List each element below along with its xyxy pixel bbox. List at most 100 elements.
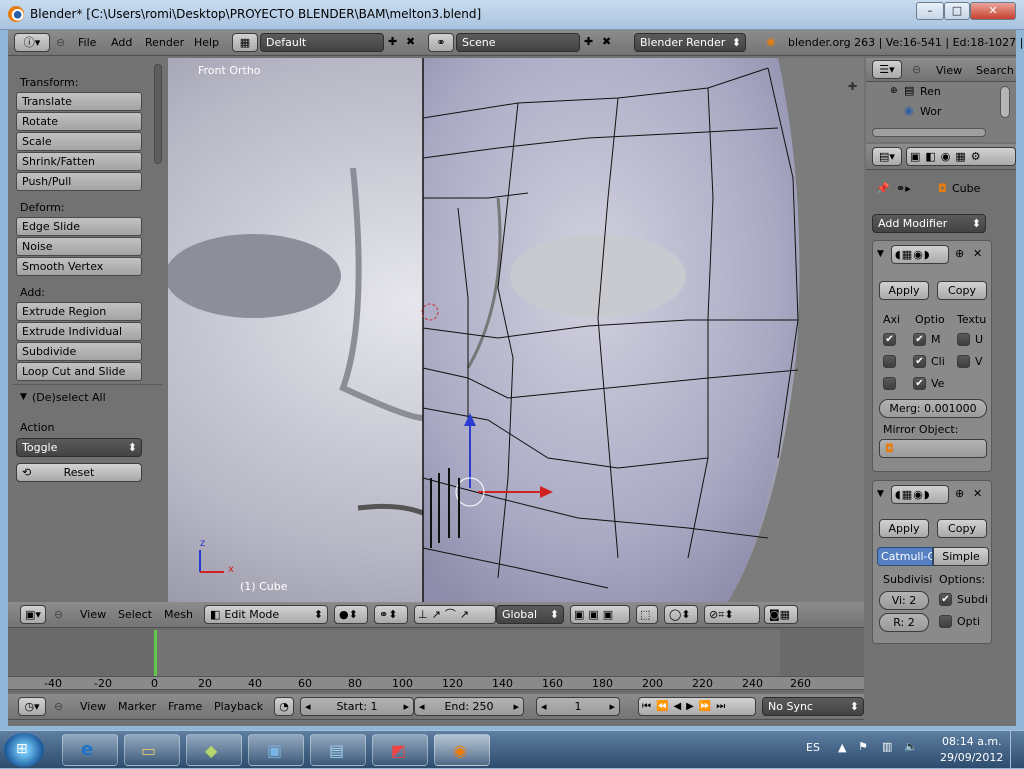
taskbar-control-panel[interactable]: ▣: [248, 734, 304, 766]
collapse-icon[interactable]: ⊖: [912, 63, 921, 76]
catmull-clark-toggle[interactable]: Catmull-Cl: [877, 547, 933, 566]
pin-icon[interactable]: 📌: [876, 182, 890, 195]
sync-select[interactable]: No Sync ⬍: [762, 697, 864, 716]
expand-icon[interactable]: ⊕: [890, 86, 898, 96]
modifier-toggles[interactable]: ◖▦◉◗: [891, 245, 949, 264]
axis-y-checkbox[interactable]: [883, 355, 896, 368]
taskbar-office[interactable]: ◩: [372, 734, 428, 766]
layer-buttons[interactable]: ▣▣▣: [570, 605, 630, 624]
taskbar-notes[interactable]: ◆: [186, 734, 242, 766]
editor-type-3d-button[interactable]: ▣▾: [20, 605, 46, 624]
clipping-checkbox[interactable]: ✔: [913, 355, 926, 368]
menu-file[interactable]: File: [78, 36, 96, 49]
start-frame-field[interactable]: ◂ Start: 1 ▸: [300, 697, 414, 716]
close-window-button[interactable]: ✕: [970, 2, 1016, 20]
menu-view[interactable]: View: [80, 608, 106, 621]
network-icon[interactable]: ▥: [882, 740, 892, 753]
scene-field[interactable]: Scene: [456, 33, 580, 52]
editor-type-properties-button[interactable]: ▤▾: [872, 147, 902, 166]
context-tabs[interactable]: ▣◧◉▦⚙: [906, 147, 1016, 166]
show-desktop-button[interactable]: [1010, 731, 1024, 769]
modifier-toggles[interactable]: ◖▦◉◗: [891, 485, 949, 504]
screen-layout-field[interactable]: Default: [260, 33, 384, 52]
move-modifier-icon[interactable]: ⊕: [955, 247, 964, 260]
remove-scene-icon[interactable]: ✖: [602, 35, 611, 48]
view-levels-field[interactable]: Vi: 2: [879, 591, 929, 610]
translate-button[interactable]: Translate: [16, 92, 142, 111]
collapse-triangle-icon[interactable]: ▼: [20, 392, 27, 402]
menu-playback[interactable]: Playback: [214, 700, 263, 713]
mirror-object-field[interactable]: ◘: [879, 439, 987, 458]
menu-render[interactable]: Render: [145, 36, 184, 49]
proportional-edit-select[interactable]: ◯⬍: [664, 605, 698, 624]
menu-mesh[interactable]: Mesh: [164, 608, 193, 621]
texture-u-checkbox[interactable]: [957, 333, 970, 346]
add-screen-icon[interactable]: ✚: [388, 35, 397, 48]
rotate-button[interactable]: Rotate: [16, 112, 142, 131]
menu-view[interactable]: View: [80, 700, 106, 713]
merge-limit-field[interactable]: Merg: 0.001000: [879, 399, 987, 418]
menu-add[interactable]: Add: [111, 36, 132, 49]
clock-date[interactable]: 29/09/2012: [940, 751, 1003, 764]
remove-screen-icon[interactable]: ✖: [406, 35, 415, 48]
vertex-groups-checkbox[interactable]: ✔: [913, 377, 926, 390]
move-modifier-icon[interactable]: ⊕: [955, 487, 964, 500]
smooth-vertex-button[interactable]: Smooth Vertex: [16, 257, 142, 276]
simple-toggle[interactable]: Simple: [933, 547, 989, 566]
extrude-individual-button[interactable]: Extrude Individual: [16, 322, 142, 341]
taskbar-photo-viewer[interactable]: ▤: [310, 734, 366, 766]
volume-icon[interactable]: 🔈: [904, 740, 918, 753]
3d-viewport[interactable]: Front Ortho z x (1) Cube ✚: [168, 58, 864, 602]
render-engine-select[interactable]: Blender Render ⬍: [634, 33, 746, 52]
collapse-icon[interactable]: ⊖: [54, 608, 63, 621]
add-modifier-select[interactable]: Add Modifier ⬍: [872, 214, 986, 233]
scene-icon[interactable]: ⚭: [428, 33, 454, 52]
subdivide-uvs-checkbox[interactable]: ✔: [939, 593, 952, 606]
menu-help[interactable]: Help: [194, 36, 219, 49]
loop-cut-slide-button[interactable]: Loop Cut and Slide: [16, 362, 142, 381]
axis-x-checkbox[interactable]: ✔: [883, 333, 896, 346]
render-levels-field[interactable]: R: 2: [879, 613, 929, 632]
outliner-item-render[interactable]: Ren: [920, 85, 941, 98]
subdivide-button[interactable]: Subdivide: [16, 342, 142, 361]
mirror-copy-button[interactable]: Copy: [937, 281, 987, 300]
minimize-button[interactable]: –: [916, 2, 944, 20]
add-scene-icon[interactable]: ✚: [584, 35, 593, 48]
keying-icon[interactable]: ◔: [274, 697, 294, 716]
orientation-select[interactable]: Global ⬍: [496, 605, 564, 624]
screen-layout-icon[interactable]: ▦: [232, 33, 258, 52]
collapse-triangle-icon[interactable]: ▼: [877, 489, 884, 499]
mode-select[interactable]: ◧ Edit Mode ⬍: [204, 605, 328, 624]
menu-frame[interactable]: Frame: [168, 700, 202, 713]
current-frame-field[interactable]: ◂ 1 ▸: [536, 697, 620, 716]
tray-expand-icon[interactable]: ▲: [838, 741, 846, 754]
taskbar-ie[interactable]: e: [62, 734, 118, 766]
toolshelf-scrollbar[interactable]: [154, 64, 162, 164]
action-select[interactable]: Toggle ⬍: [16, 438, 142, 457]
taskbar-blender[interactable]: ◉: [434, 734, 490, 766]
editor-type-timeline-button[interactable]: ◷▾: [18, 697, 46, 716]
reset-button[interactable]: ⟲ Reset: [16, 463, 142, 482]
outliner-hscrollbar[interactable]: [872, 128, 986, 137]
outliner-item-world[interactable]: Wor: [920, 105, 941, 118]
scale-button[interactable]: Scale: [16, 132, 142, 151]
collapse-icon[interactable]: ⊖: [56, 36, 65, 49]
noise-button[interactable]: Noise: [16, 237, 142, 256]
outliner-scrollbar[interactable]: [1000, 86, 1010, 118]
push-pull-button[interactable]: Push/Pull: [16, 172, 142, 191]
extrude-region-button[interactable]: Extrude Region: [16, 302, 142, 321]
texture-v-checkbox[interactable]: [957, 355, 970, 368]
end-frame-field[interactable]: ◂ End: 250 ▸: [414, 697, 524, 716]
subsurf-copy-button[interactable]: Copy: [937, 519, 987, 538]
add-region-icon[interactable]: ✚: [848, 80, 857, 93]
shrink-fatten-button[interactable]: Shrink/Fatten: [16, 152, 142, 171]
remove-modifier-icon[interactable]: ✕: [973, 487, 982, 500]
collapse-triangle-icon[interactable]: ▼: [877, 249, 884, 259]
merge-checkbox[interactable]: ✔: [913, 333, 926, 346]
language-indicator[interactable]: ES: [806, 741, 820, 754]
collapse-icon[interactable]: ⊖: [54, 700, 63, 713]
menu-select[interactable]: Select: [118, 608, 152, 621]
action-center-icon[interactable]: ⚑: [858, 740, 868, 753]
playback-controls[interactable]: ⏮⏪◀▶⏩⏭: [638, 697, 756, 716]
editor-type-outliner-button[interactable]: ☰▾: [872, 60, 902, 79]
